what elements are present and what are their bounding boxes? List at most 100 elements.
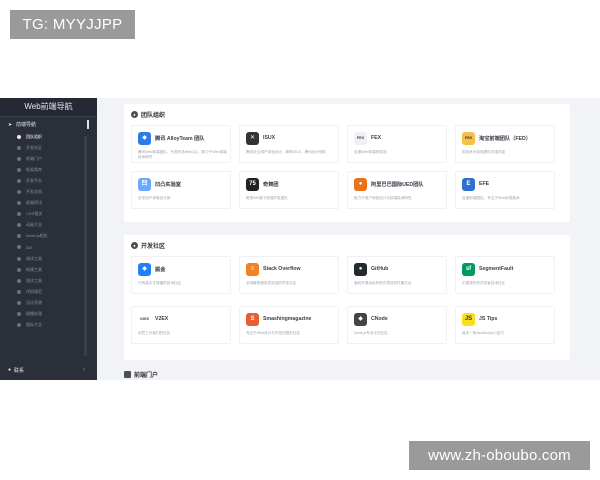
- site-description: 腾讯社交用户体验设计，简称ISUX，腾讯设计团队: [246, 150, 327, 154]
- site-description: 每天一条JavaScript小技巧: [462, 331, 504, 335]
- bullet-icon: [17, 289, 21, 294]
- sidebar-item[interactable]: 测试工具: [0, 275, 97, 286]
- sidebar-group-label: 前端导航: [16, 121, 37, 128]
- sidebar-item-label: 开发平台: [26, 177, 42, 183]
- site-card[interactable]: S Smashingmagazine 专注于Web设计与开发的国外社区: [239, 306, 339, 344]
- site-description: 腾讯Web前端团队，代表作品WebQQ，致力于Web前端技术研究: [138, 150, 227, 159]
- site-name: V2EX: [155, 316, 169, 322]
- bullet-icon: [17, 201, 21, 206]
- site-logo-icon: 凹: [138, 178, 151, 191]
- site-logo-icon: ●: [354, 178, 367, 191]
- site-logo-icon: ◆: [138, 263, 151, 276]
- site-name: 凹凸实验室: [155, 182, 181, 188]
- site-card[interactable]: ● GitHub 面向开源及私有软件项目的托管平台: [347, 256, 447, 294]
- bullet-icon: [17, 190, 21, 195]
- bullet-icon: [17, 312, 21, 317]
- site-card[interactable]: V2EX V2EX 创意工作者们的社区: [131, 306, 231, 344]
- site-card[interactable]: 75 奇舞团 奇虎360旗下前端开发团队: [239, 171, 339, 209]
- sidebar-item-label: 动画大全: [26, 222, 42, 228]
- sidebar-item[interactable]: Node.js相关: [0, 231, 97, 242]
- site-name: Stack Overflow: [263, 266, 301, 272]
- sidebar-item[interactable]: 前端资讯: [0, 198, 97, 209]
- site-name: 淘宝前端团队（FED）: [479, 136, 531, 142]
- site-name: ISUX: [263, 135, 276, 141]
- bullet-icon: [17, 167, 21, 172]
- site-card[interactable]: ◆ 掘金 只有高手才能懂的技术社区: [131, 256, 231, 294]
- site-card[interactable]: JS JS Tips 每天一条JavaScript小技巧: [455, 306, 555, 344]
- site-card[interactable]: FED 淘宝前端团队（FED） 用技术为体验提供无限可能: [455, 125, 555, 163]
- site-logo-icon: 75: [246, 178, 259, 191]
- sidebar-item[interactable]: IDE: [0, 242, 97, 253]
- site-description: 百度前端团队，专注于Web前端技术: [462, 196, 520, 200]
- site-card[interactable]: ● 阿里巴巴国际UED团队致力于用户体验设计与前端技术研究: [347, 171, 447, 209]
- site-card[interactable]: ◆ CNode Node.js专业中文社区: [347, 306, 447, 344]
- site-description: 百度Web前端研发部: [354, 150, 387, 154]
- group-collapse-bar: [87, 120, 89, 129]
- sidebar-footer-label: 联系: [14, 367, 25, 374]
- site-description: 中国领先的开发者技术社区: [462, 281, 506, 285]
- main-content: ● 团队组织 ◆ 腾讯 AlloyTeam 团队腾讯Web前端团队，代表作品Web…: [97, 98, 600, 380]
- sidebar-item-label: CSS相关: [26, 211, 43, 217]
- site-logo-icon: ●: [354, 263, 367, 276]
- bullet-icon: [17, 267, 21, 272]
- site-logo-icon: V2EX: [138, 313, 151, 326]
- sidebar-item[interactable]: 团队组织: [0, 131, 97, 142]
- sidebar-item[interactable]: 开发文档: [0, 186, 97, 197]
- sidebar-item-label: 代码规范: [26, 288, 42, 294]
- site-description: 京东用户体验设计部: [138, 196, 171, 200]
- sidebar-item[interactable]: 框架类库: [0, 164, 97, 175]
- site-card[interactable]: 凹凹凸实验室京东用户体验设计部: [131, 171, 231, 209]
- sidebar-item-label: 调试工具: [26, 255, 42, 261]
- bullet-icon: [17, 278, 21, 283]
- sidebar-scrollbar[interactable]: [84, 136, 87, 356]
- sidebar-item-label: 测试工具: [26, 277, 42, 283]
- section-title-text: 前端门户: [134, 373, 159, 379]
- section-title-text: 团队组织: [141, 112, 166, 119]
- sidebar-item[interactable]: 设计资源: [0, 297, 97, 308]
- sidebar: Web前端导航 ➤ 前端导航 团队组织 开发社区 前端门户 框架类库 开发平台 开发文档前…: [0, 98, 97, 380]
- sidebar-item[interactable]: 调试工具: [0, 253, 97, 264]
- sidebar-item[interactable]: 动画大全: [0, 220, 97, 231]
- site-card[interactable]: ✕ ISUX 腾讯社交用户体验设计，简称ISUX，腾讯设计团队: [239, 125, 339, 163]
- site-description: 创意工作者们的社区: [138, 331, 171, 335]
- site-logo-icon: ◆: [138, 132, 151, 145]
- site-card[interactable]: ≡ Stack Overflow 全球最受程序员欢迎的开发社区: [239, 256, 339, 294]
- sidebar-item[interactable]: 代码规范: [0, 286, 97, 297]
- sidebar-item-label: IDE: [26, 244, 33, 250]
- site-card[interactable]: ◆ 腾讯 AlloyTeam 团队腾讯Web前端团队，代表作品WebQQ，致力于W…: [131, 125, 231, 163]
- sidebar-item-label: 开发社区: [26, 144, 42, 150]
- sidebar-title[interactable]: Web前端导航: [0, 98, 97, 117]
- site-card[interactable]: E EFE 百度前端团队，专注于Web前端技术: [455, 171, 555, 209]
- sidebar-item[interactable]: CSS相关: [0, 209, 97, 220]
- bullet-icon: [17, 178, 21, 183]
- bullet-icon: [17, 300, 21, 305]
- bullet-icon: [17, 323, 21, 328]
- bullet-icon: [17, 156, 21, 161]
- sidebar-item-label: 前端资讯: [26, 200, 42, 206]
- sidebar-group-frontend-nav[interactable]: ➤ 前端导航: [0, 117, 97, 131]
- sidebar-item[interactable]: 图像处理: [0, 309, 97, 320]
- site-description: 致力于用户体验设计与前端技术研究: [354, 196, 412, 200]
- bullet-icon: [17, 223, 21, 228]
- site-name: 阿里巴巴国际UED团队: [371, 182, 424, 188]
- sidebar-item[interactable]: 开发社区: [0, 142, 97, 153]
- sidebar-item-contact[interactable]: ● 联系 ›: [0, 363, 97, 377]
- site-description: 奇虎360旗下前端开发团队: [246, 196, 288, 200]
- site-card[interactable]: FEX FEX 百度Web前端研发部: [347, 125, 447, 163]
- sidebar-item[interactable]: 构建工具: [0, 264, 97, 275]
- site-name: JS Tips: [479, 316, 498, 322]
- site-name: EFE: [479, 181, 490, 187]
- site-logo-icon: sf: [462, 263, 475, 276]
- sidebar-item[interactable]: 前端门户: [0, 153, 97, 164]
- bullet-icon: [17, 134, 21, 139]
- sidebar-item[interactable]: 开发平台: [0, 175, 97, 186]
- site-name: SegmentFault: [479, 266, 514, 272]
- site-description: 用技术为体验提供无限可能: [462, 150, 506, 154]
- site-card[interactable]: sf SegmentFault 中国领先的开发者技术社区: [455, 256, 555, 294]
- site-logo-icon: E: [462, 178, 475, 191]
- sidebar-item[interactable]: 图标大全: [0, 320, 97, 331]
- site-logo-icon: JS: [462, 313, 475, 326]
- compass-icon: ➤: [8, 121, 13, 128]
- site-name: 腾讯 AlloyTeam 团队: [155, 136, 205, 142]
- sidebar-item-label: Node.js相关: [26, 233, 48, 239]
